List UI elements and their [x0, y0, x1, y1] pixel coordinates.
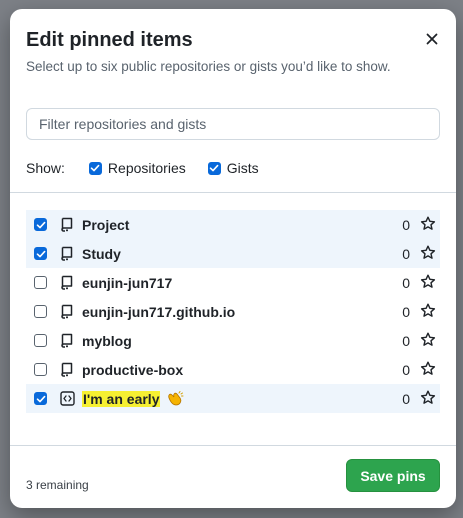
star-count: 0: [402, 216, 410, 233]
list-item[interactable]: productive-box 0: [26, 355, 440, 384]
divider: [10, 445, 456, 446]
star-count: 0: [402, 332, 410, 349]
repo-icon: [59, 304, 75, 320]
star-icon: [420, 274, 436, 290]
star-count: 0: [402, 303, 410, 320]
pin-checkbox[interactable]: [34, 247, 47, 260]
star-count: 0: [402, 361, 410, 378]
star-icon: [420, 245, 436, 261]
clapping-hands-icon: [166, 390, 184, 407]
pinnable-items-list: Project 0 Study 0 eunjin-jun717 0 eunjin-jun71…: [26, 210, 440, 413]
star-icon: [420, 390, 436, 406]
check-icon: [36, 395, 45, 402]
repo-icon: [59, 217, 75, 233]
show-label: Show:: [26, 160, 65, 176]
repo-icon: [59, 333, 75, 349]
star-icon: [420, 332, 436, 348]
item-name: Study: [82, 245, 121, 262]
item-name: myblog: [82, 332, 132, 349]
list-item[interactable]: Project 0: [26, 210, 440, 239]
pin-checkbox[interactable]: [34, 218, 47, 231]
show-gists-option[interactable]: Gists: [207, 160, 259, 176]
list-item[interactable]: I'm an early 0: [26, 384, 440, 413]
dialog-subtitle: Select up to six public repositories or …: [26, 59, 391, 74]
pin-checkbox[interactable]: [34, 334, 47, 347]
dialog-header: Edit pinned items Select up to six publi…: [10, 9, 456, 95]
list-item[interactable]: eunjin-jun717.github.io 0: [26, 297, 440, 326]
pin-checkbox[interactable]: [34, 363, 47, 376]
item-name: I'm an early: [82, 390, 161, 407]
repo-icon: [59, 362, 75, 378]
check-icon: [209, 164, 219, 172]
item-name: Project: [82, 216, 130, 233]
repositories-checkbox[interactable]: [88, 161, 102, 175]
check-icon: [91, 164, 100, 172]
check-icon: [36, 250, 45, 257]
save-pins-button[interactable]: Save pins: [346, 459, 440, 492]
remaining-count: 3 remaining: [26, 478, 89, 492]
star-icon: [420, 361, 436, 377]
show-repositories-option[interactable]: Repositories: [88, 160, 186, 176]
close-button[interactable]: [420, 27, 444, 51]
star-count: 0: [402, 245, 410, 262]
star-count: 0: [402, 274, 410, 291]
divider: [10, 192, 456, 193]
gists-checkbox[interactable]: [207, 161, 221, 175]
repositories-label: Repositories: [107, 160, 186, 176]
pin-checkbox[interactable]: [34, 305, 47, 318]
filter-input[interactable]: [26, 108, 440, 140]
edit-pinned-items-dialog: Edit pinned items Select up to six publi…: [10, 9, 456, 508]
star-icon: [420, 303, 436, 319]
list-item[interactable]: Study 0: [26, 239, 440, 268]
show-filter-row: Show: Repositories Gists: [26, 158, 281, 178]
dialog-title: Edit pinned items: [26, 29, 193, 51]
list-item[interactable]: myblog 0: [26, 326, 440, 355]
repo-icon: [59, 246, 75, 262]
item-name: eunjin-jun717: [82, 274, 173, 291]
check-icon: [36, 221, 45, 228]
pin-checkbox[interactable]: [34, 392, 47, 405]
star-icon: [420, 216, 436, 232]
star-count: 0: [402, 390, 410, 407]
repo-icon: [59, 275, 75, 291]
close-icon: [426, 33, 438, 45]
list-item[interactable]: eunjin-jun717 0: [26, 268, 440, 297]
item-name: eunjin-jun717.github.io: [82, 303, 236, 320]
pin-checkbox[interactable]: [34, 276, 47, 289]
code-square-icon: [59, 391, 75, 407]
gists-label: Gists: [226, 160, 259, 176]
item-name: productive-box: [82, 361, 184, 378]
